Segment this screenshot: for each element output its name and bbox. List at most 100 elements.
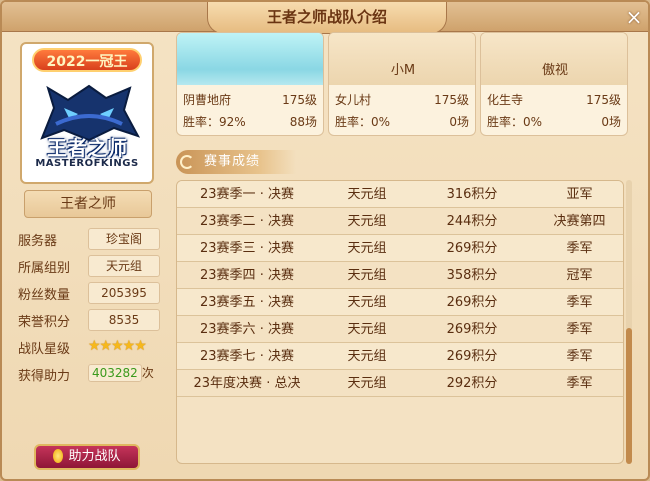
event-points: 269积分 (446, 241, 498, 256)
team-detail-panel: 阴曹地府 175级 胜率：92% 88场 小M 女儿村 175级 胜率：0% 0… (172, 32, 634, 472)
player-level: 175级 (282, 93, 317, 107)
event-rank: 季军 (566, 376, 593, 391)
player-stats-line: 胜率：92% 88场 (183, 113, 317, 130)
info-label: 战队星级 (18, 342, 71, 357)
win-label: 胜率： (335, 115, 372, 129)
player-card[interactable]: 阴曹地府 175级 胜率：92% 88场 (176, 32, 324, 136)
table-row: 23赛季二 · 决赛 天元组 244积分 决赛第四 (177, 208, 623, 235)
event-rank: 决赛第四 (553, 214, 606, 229)
event-points: 269积分 (446, 295, 498, 310)
table-row: 23赛季四 · 决赛 天元组 358积分 冠军 (177, 262, 623, 289)
info-label: 所属组别 (18, 261, 71, 276)
results-scrollbar[interactable] (626, 180, 632, 464)
team-intro-window: 王者之师战队介绍 × 2022一冠王 王者之师 MASTEROFKINGS 王者… (0, 0, 650, 481)
win-rate: 0% (371, 115, 391, 129)
swirl-icon (180, 155, 194, 169)
player-level: 175级 (586, 93, 621, 107)
player-sect: 化生寺 (487, 93, 524, 107)
info-row-stars: 战队星级 ★★★★★ (16, 336, 164, 360)
info-label: 荣誉积分 (18, 315, 71, 330)
info-value: 205395 (88, 282, 160, 304)
table-row: 23赛季五 · 决赛 天元组 269积分 季军 (177, 289, 623, 316)
event-group: 天元组 (347, 268, 387, 283)
info-label: 获得助力 (18, 369, 71, 384)
win-rate: 0% (523, 115, 543, 129)
table-row: 23赛季七 · 决赛 天元组 269积分 季军 (177, 343, 623, 370)
info-value: 8535 (88, 309, 160, 331)
event-group: 天元组 (347, 322, 387, 337)
event-group: 天元组 (347, 349, 387, 364)
info-row-fans: 粉丝数量 205395 (16, 282, 164, 306)
event-rank: 季军 (566, 349, 593, 364)
event-group: 天元组 (347, 187, 387, 202)
games-played: 88场 (289, 115, 317, 129)
event-name: 23赛季七 · 决赛 (200, 349, 294, 364)
info-row-honor: 荣誉积分 8535 (16, 309, 164, 333)
event-rank: 季军 (566, 295, 593, 310)
boost-button-label: 助力战队 (68, 449, 121, 464)
event-points: 244积分 (446, 214, 498, 229)
event-group: 天元组 (347, 295, 387, 310)
results-table[interactable]: 23赛季一 · 决赛 天元组 316积分 亚军 23赛季二 · 决赛 天元组 2… (176, 180, 624, 464)
results-title: 赛事成绩 (204, 154, 261, 169)
event-points: 316积分 (446, 187, 498, 202)
close-icon[interactable]: × (624, 7, 644, 27)
info-row-group: 所属组别 天元组 (16, 255, 164, 279)
event-rank: 冠军 (566, 268, 593, 283)
player-stats-line: 胜率：0% 0场 (335, 113, 469, 130)
event-points: 269积分 (446, 322, 498, 337)
title-bar: 王者之师战队介绍 × (2, 2, 648, 34)
player-name: 小M (390, 63, 416, 78)
event-points: 292积分 (446, 376, 498, 391)
win-rate: 92% (219, 115, 246, 129)
window-title: 王者之师战队介绍 (207, 2, 447, 34)
table-row: 23年度决赛 · 总决 天元组 292积分 季军 (177, 370, 623, 397)
team-logo-text: 王者之师 (47, 136, 127, 160)
win-label: 胜率： (183, 115, 220, 129)
table-row: 23赛季六 · 决赛 天元组 269积分 季军 (177, 316, 623, 343)
event-rank: 季军 (566, 241, 593, 256)
event-rank: 季军 (566, 322, 593, 337)
games-played: 0场 (449, 115, 469, 129)
player-card[interactable]: 傲视 化生寺 175级 胜率：0% 0场 (480, 32, 628, 136)
scrollbar-thumb[interactable] (626, 328, 632, 464)
boost-count: 403282 次 (88, 363, 164, 385)
star-rating-icon: ★★★★★ (88, 338, 147, 354)
info-row-server: 服务器 珍宝阁 (16, 228, 164, 252)
event-points: 269积分 (446, 349, 498, 364)
team-name: 王者之师 (24, 190, 152, 218)
event-name: 23赛季六 · 决赛 (200, 322, 294, 337)
event-name: 23赛季一 · 决赛 (200, 187, 294, 202)
boost-unit: 次 (141, 366, 154, 380)
player-sect-line: 女儿村 175级 (335, 91, 469, 108)
event-name: 23赛季二 · 决赛 (200, 214, 294, 229)
player-level: 175级 (434, 93, 469, 107)
team-logo-subtext: MASTEROFKINGS (35, 158, 139, 169)
info-value: 天元组 (88, 255, 160, 277)
event-group: 天元组 (347, 376, 387, 391)
player-sect: 阴曹地府 (183, 93, 232, 107)
info-row-boost: 获得助力 403282 次 (16, 363, 164, 387)
games-played: 0场 (601, 115, 621, 129)
boost-number: 403282 (88, 364, 142, 382)
info-label: 服务器 (18, 234, 58, 249)
table-row: 23赛季三 · 决赛 天元组 269积分 季军 (177, 235, 623, 262)
event-points: 358积分 (446, 268, 498, 283)
results-section-title: 赛事成绩 (176, 150, 296, 174)
boost-team-button[interactable]: 助力战队 (34, 444, 140, 470)
player-card[interactable]: 小M 女儿村 175级 胜率：0% 0场 (328, 32, 476, 136)
team-info-panel: 2022一冠王 王者之师 MASTEROFKINGS 王者之师 服务器 珍宝阁 … (10, 38, 166, 478)
info-value: 珍宝阁 (88, 228, 160, 250)
player-stats-line: 胜率：0% 0场 (487, 113, 621, 130)
event-rank: 亚军 (566, 187, 593, 202)
info-label: 粉丝数量 (18, 288, 71, 303)
event-group: 天元组 (347, 241, 387, 256)
event-name: 23年度决赛 · 总决 (193, 376, 301, 391)
champion-badge: 2022一冠王 (32, 48, 142, 72)
player-name: 傲视 (541, 63, 568, 78)
coin-icon (53, 448, 64, 463)
team-logo-card: 2022一冠王 王者之师 MASTEROFKINGS (20, 42, 154, 184)
player-portrait (177, 33, 323, 85)
win-label: 胜率： (487, 115, 524, 129)
event-group: 天元组 (347, 214, 387, 229)
